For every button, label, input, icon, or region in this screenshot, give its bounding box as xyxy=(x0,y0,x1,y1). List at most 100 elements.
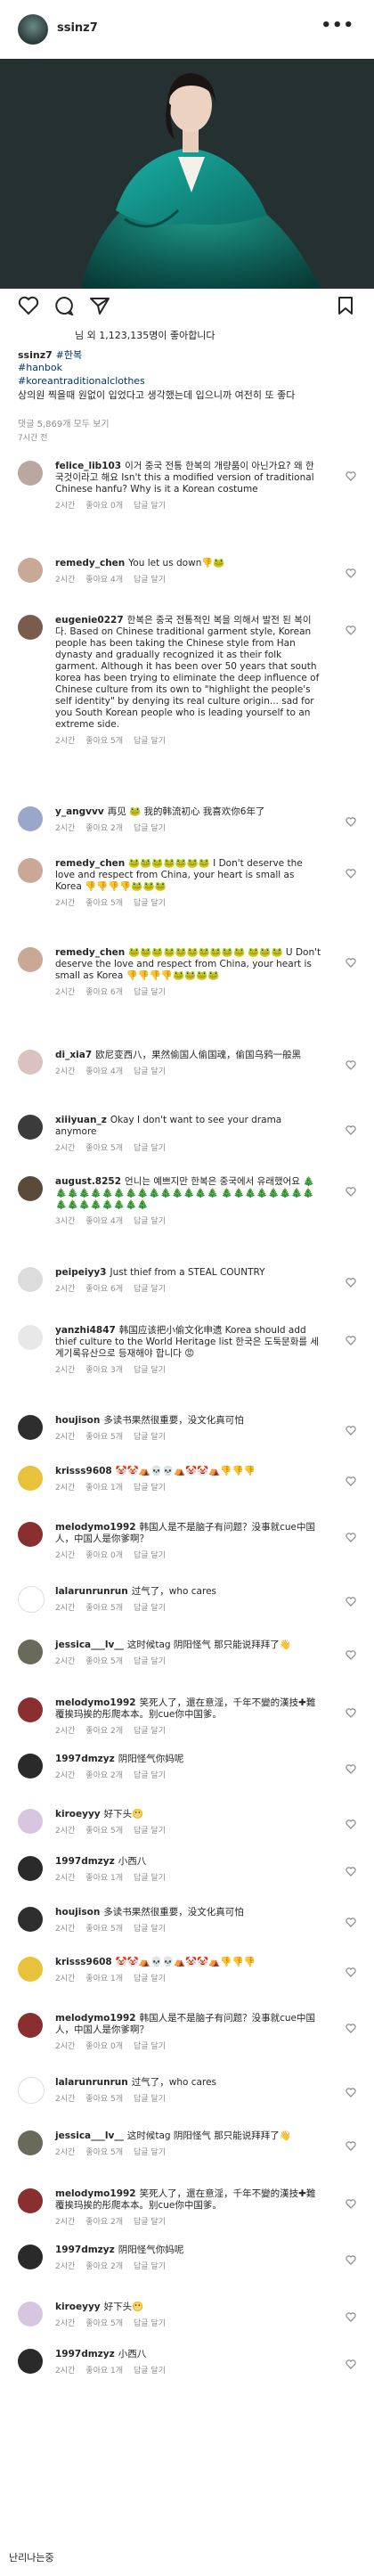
avatar[interactable] xyxy=(18,1586,45,1613)
comment-likes[interactable]: 좋아요 4개 xyxy=(85,1217,123,1226)
comment-likes[interactable]: 좋아요 2개 xyxy=(85,824,123,833)
reply-button[interactable]: 답글 달기 xyxy=(134,2218,166,2227)
avatar[interactable] xyxy=(18,1522,43,1547)
avatar[interactable] xyxy=(18,2077,45,2104)
avatar[interactable] xyxy=(18,1640,43,1664)
comment-username[interactable]: melodymo1992 xyxy=(55,2013,136,2024)
avatar[interactable] xyxy=(18,2188,43,2213)
avatar[interactable] xyxy=(18,461,43,486)
comment-icon[interactable] xyxy=(53,296,75,315)
avatar[interactable] xyxy=(18,1325,43,1350)
avatar[interactable] xyxy=(18,2245,43,2269)
more-options-icon[interactable]: ••• xyxy=(321,16,354,35)
like-comment-heart-icon[interactable] xyxy=(346,568,356,578)
comment-username[interactable]: jessica___lv__ xyxy=(55,2130,124,2141)
like-comment-heart-icon[interactable] xyxy=(346,1278,356,1288)
like-comment-heart-icon[interactable] xyxy=(346,1764,356,1774)
reply-button[interactable]: 답글 달기 xyxy=(134,1827,166,1836)
avatar[interactable] xyxy=(18,1809,43,1834)
caption-user-link[interactable]: ssinz7 xyxy=(18,349,53,361)
like-comment-heart-icon[interactable] xyxy=(346,1597,356,1607)
like-comment-heart-icon[interactable] xyxy=(346,1708,356,1718)
comment-username[interactable]: 1997dmzyz xyxy=(55,2245,115,2255)
comment-likes[interactable]: 좋아요 5개 xyxy=(85,1925,123,1934)
reply-button[interactable]: 답글 달기 xyxy=(134,1727,166,1736)
share-icon[interactable] xyxy=(89,296,110,315)
reply-button[interactable]: 답글 달기 xyxy=(134,1217,166,1226)
comment-likes[interactable]: 좋아요 4개 xyxy=(85,1067,123,1076)
like-comment-heart-icon[interactable] xyxy=(346,817,356,827)
reply-button[interactable]: 답글 달기 xyxy=(134,576,166,585)
comment-likes[interactable]: 좋아요 5개 xyxy=(85,2148,123,2157)
comment-username[interactable]: krisss9608 xyxy=(55,1466,112,1476)
reply-button[interactable]: 답글 달기 xyxy=(134,1771,166,1780)
hashtag-link[interactable]: #한복 xyxy=(56,349,82,361)
comment-likes[interactable]: 좋아요 5개 xyxy=(85,1144,123,1153)
view-all-comments-link[interactable]: 댓글 5,869개 모두 보기 xyxy=(18,416,110,429)
comment-likes[interactable]: 좋아요 5개 xyxy=(85,1657,123,1666)
reply-button[interactable]: 답글 달기 xyxy=(134,1925,166,1934)
like-comment-heart-icon[interactable] xyxy=(346,626,356,635)
comment-likes[interactable]: 좋아요 2개 xyxy=(85,2218,123,2227)
like-comment-heart-icon[interactable] xyxy=(346,1533,356,1542)
avatar[interactable] xyxy=(18,2349,43,2374)
avatar[interactable] xyxy=(18,2013,43,2038)
like-comment-heart-icon[interactable] xyxy=(346,869,356,879)
comment-likes[interactable]: 좋아요 5개 xyxy=(85,1604,123,1613)
comment-username[interactable]: remedy_chen xyxy=(55,858,125,869)
like-comment-heart-icon[interactable] xyxy=(346,1918,356,1927)
comment-username[interactable]: august.8252 xyxy=(55,1176,121,1187)
like-comment-heart-icon[interactable] xyxy=(346,2255,356,2265)
comment-username[interactable]: yanzhi4847 xyxy=(55,1325,116,1336)
bookmark-icon[interactable] xyxy=(337,296,354,315)
avatar[interactable] xyxy=(18,14,48,45)
comment-username[interactable]: houjison xyxy=(55,1415,100,1426)
reply-button[interactable]: 답글 달기 xyxy=(134,2042,166,2051)
comment-username[interactable]: kiroeyyy xyxy=(55,1809,101,1820)
comment-likes[interactable]: 좋아요 1개 xyxy=(85,2367,123,2376)
like-comment-heart-icon[interactable] xyxy=(346,2024,356,2033)
comment-likes[interactable]: 좋아요 0개 xyxy=(85,502,123,511)
reply-button[interactable]: 답글 달기 xyxy=(134,1874,166,1883)
comment-likes[interactable]: 좋아요 3개 xyxy=(85,1366,123,1375)
post-username[interactable]: ssinz7 xyxy=(57,21,98,35)
comment-likes[interactable]: 좋아요 5개 xyxy=(85,2319,123,2328)
reply-button[interactable]: 답글 달기 xyxy=(134,1144,166,1153)
reply-button[interactable]: 답글 달기 xyxy=(134,2367,166,2376)
like-comment-heart-icon[interactable] xyxy=(346,2141,356,2151)
avatar[interactable] xyxy=(18,615,43,640)
like-comment-heart-icon[interactable] xyxy=(346,958,356,968)
reply-button[interactable]: 답글 달기 xyxy=(134,2262,166,2271)
comment-likes[interactable]: 좋아요 2개 xyxy=(85,2262,123,2271)
comment-likes[interactable]: 좋아요 6개 xyxy=(85,1285,123,1294)
avatar[interactable] xyxy=(18,1754,43,1779)
like-comment-heart-icon[interactable] xyxy=(346,471,356,481)
avatar[interactable] xyxy=(18,558,43,583)
heart-icon[interactable] xyxy=(18,296,39,315)
avatar[interactable] xyxy=(18,1907,43,1932)
reply-button[interactable]: 답글 달기 xyxy=(134,1484,166,1492)
comment-likes[interactable]: 좋아요 1개 xyxy=(85,1874,123,1883)
like-comment-heart-icon[interactable] xyxy=(346,1187,356,1197)
comment-likes[interactable]: 좋아요 5개 xyxy=(85,899,123,908)
comment-likes[interactable]: 좋아요 0개 xyxy=(85,2042,123,2051)
comment-username[interactable]: di_xia7 xyxy=(55,1050,92,1060)
comment-likes[interactable]: 좋아요 5개 xyxy=(85,1827,123,1836)
like-comment-heart-icon[interactable] xyxy=(346,2199,356,2209)
comment-username[interactable]: felice_lib103 xyxy=(55,461,121,471)
like-comment-heart-icon[interactable] xyxy=(346,1650,356,1660)
reply-button[interactable]: 답글 달기 xyxy=(134,2319,166,2328)
comment-likes[interactable]: 좋아요 1개 xyxy=(85,1484,123,1492)
comment-username[interactable]: melodymo1992 xyxy=(55,2188,136,2199)
avatar[interactable] xyxy=(18,2130,43,2155)
like-comment-heart-icon[interactable] xyxy=(346,1336,356,1345)
avatar[interactable] xyxy=(18,1176,43,1201)
reply-button[interactable]: 답글 달기 xyxy=(134,502,166,511)
like-comment-heart-icon[interactable] xyxy=(346,1125,356,1135)
comment-likes[interactable]: 좋아요 6개 xyxy=(85,988,123,997)
reply-button[interactable]: 답글 달기 xyxy=(134,1433,166,1442)
avatar[interactable] xyxy=(18,2302,43,2327)
reply-button[interactable]: 답글 달기 xyxy=(134,1975,166,1983)
comment-username[interactable]: y_angvvv xyxy=(55,806,104,817)
like-comment-heart-icon[interactable] xyxy=(346,2088,356,2098)
